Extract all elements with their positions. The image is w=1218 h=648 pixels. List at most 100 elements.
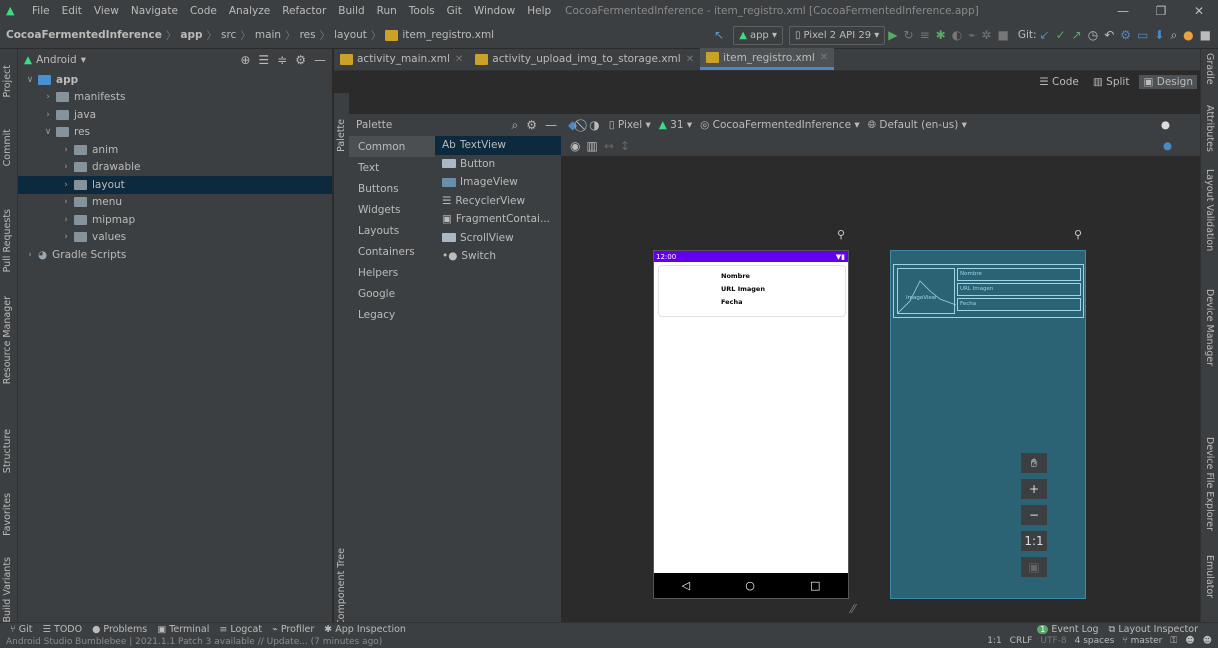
palette-category-helpers[interactable]: Helpers — [349, 262, 435, 283]
close-icon[interactable]: ✕ — [1180, 0, 1218, 22]
sdk-manager-icon[interactable]: ⬇ — [1154, 28, 1164, 42]
caret-position[interactable]: 1:1 — [987, 636, 1001, 646]
tree-item-res[interactable]: ∨ res — [18, 124, 332, 142]
palette-category-text[interactable]: Text — [349, 157, 435, 178]
tool-project[interactable]: Project — [2, 65, 13, 98]
tree-item-values[interactable]: › values — [18, 229, 332, 247]
hide-icon[interactable]: — — [314, 53, 326, 67]
bp-imageview[interactable]: ImageView — [897, 268, 957, 314]
palette-item-switch[interactable]: •● Switch — [435, 247, 561, 266]
menu-build[interactable]: Build — [332, 5, 370, 17]
search-icon[interactable]: ⌕ — [1170, 28, 1177, 42]
palette-category-layouts[interactable]: Layouts — [349, 220, 435, 241]
night-mode-icon[interactable]: ◑ — [589, 118, 599, 132]
zoom-in-button[interactable]: + — [1021, 479, 1047, 499]
tool-device-file-explorer[interactable]: Device File Explorer — [1204, 437, 1215, 531]
tool-terminal[interactable]: ▣ Terminal — [157, 624, 209, 635]
blueprint-preview[interactable]: ImageView Nombre URL Imagen Fecha — [890, 250, 1086, 599]
menu-run[interactable]: Run — [371, 5, 403, 17]
tree-item-app[interactable]: ∨ app — [18, 71, 332, 89]
chevron-down-icon[interactable]: ▾ — [81, 54, 86, 66]
chevron-right-icon[interactable]: › — [60, 145, 72, 155]
gear-icon[interactable]: ⚙ — [295, 53, 306, 67]
coverage-icon[interactable]: ◐ — [952, 28, 962, 42]
bp-url[interactable]: URL Imagen — [957, 283, 1081, 296]
breadcrumb-file[interactable]: item_registro.xml — [402, 29, 494, 41]
tree-item-gradle-scripts[interactable]: › ◕ Gradle Scripts — [18, 246, 332, 264]
theme-selector[interactable]: ◎ CocoaFermentedInference ▾ — [700, 119, 859, 131]
tool-structure[interactable]: Structure — [2, 429, 13, 473]
lock-icon[interactable]: ⚿ — [1170, 636, 1177, 646]
chevron-right-icon[interactable]: › — [42, 110, 54, 120]
history-icon[interactable]: ◷ — [1088, 28, 1098, 42]
maximize-icon[interactable]: ❐ — [1142, 0, 1180, 22]
chevron-right-icon[interactable]: › — [60, 180, 72, 190]
run-config-selector[interactable]: ▲ app ▾ — [733, 25, 783, 45]
tool-device-manager[interactable]: Device Manager — [1204, 289, 1215, 366]
bp-nombre[interactable]: Nombre — [957, 268, 1081, 281]
menu-navigate[interactable]: Navigate — [125, 5, 184, 17]
tree-item-menu[interactable]: › menu — [18, 194, 332, 212]
code-mode-button[interactable]: ☰ Code — [1035, 75, 1083, 89]
git-commit-icon[interactable]: ✓ — [1056, 28, 1066, 42]
chevron-right-icon[interactable]: › — [60, 162, 72, 172]
menu-view[interactable]: View — [88, 5, 125, 17]
collapse-all-icon[interactable]: ☰ — [258, 53, 269, 67]
palette-category-widgets[interactable]: Widgets — [349, 199, 435, 220]
tree-item-manifests[interactable]: › manifests — [18, 89, 332, 107]
indent-setting[interactable]: 4 spaces — [1075, 636, 1115, 646]
tool-build-variants[interactable]: Build Variants — [2, 557, 13, 623]
locate-icon[interactable]: ⊕ — [240, 53, 250, 67]
chevron-right-icon[interactable]: › — [60, 197, 72, 207]
gear-icon[interactable]: ⚙ — [526, 118, 537, 133]
palette-category-buttons[interactable]: Buttons — [349, 178, 435, 199]
breadcrumb-project[interactable]: CocoaFermentedInference — [6, 29, 162, 41]
run-icon[interactable]: ▶ — [888, 28, 897, 42]
search-icon[interactable]: ⌕ — [512, 118, 519, 133]
line-separator[interactable]: CRLF — [1010, 636, 1033, 646]
tree-item-java[interactable]: › java — [18, 106, 332, 124]
palette-item-imageview[interactable]: ImageView — [435, 173, 561, 192]
layout-inspector-button[interactable]: ⧉ Layout Inspector — [1109, 624, 1198, 635]
palette-item-scrollview[interactable]: ScrollView — [435, 229, 561, 248]
menu-code[interactable]: Code — [184, 5, 223, 17]
tree-item-layout[interactable]: › layout — [18, 176, 332, 194]
device-selector[interactable]: ▯ Pixel 2 API 29 ▾ — [788, 25, 886, 45]
tool-emulator[interactable]: Emulator — [1204, 555, 1215, 598]
component-tree-label[interactable]: Component Tree — [336, 548, 347, 626]
palette-item-textview[interactable]: Ab TextView — [435, 136, 561, 155]
tool-git[interactable]: ⑂ Git — [10, 624, 32, 635]
tool-problems[interactable]: ● Problems — [92, 624, 147, 635]
warning-icon[interactable]: ● — [1161, 119, 1170, 131]
zoom-reset-button[interactable]: 1:1 — [1021, 531, 1047, 551]
tab-item-registro[interactable]: item_registro.xml ✕ — [700, 48, 835, 70]
device-preview[interactable]: 12:00 ▼▮ Nombre URL Imagen Fecha ◁ ○ □ — [653, 250, 849, 599]
menu-edit[interactable]: Edit — [56, 5, 88, 17]
status-message[interactable]: Android Studio Bumblebee | 2021.1.1 Patc… — [6, 637, 382, 647]
device-selector[interactable]: ▯ Pixel ▾ — [609, 119, 651, 131]
git-branch[interactable]: ⑂ master — [1122, 636, 1162, 646]
chevron-right-icon[interactable]: › — [42, 92, 54, 102]
design-mode-button[interactable]: ▣ Design — [1139, 74, 1197, 89]
chevron-right-icon[interactable]: › — [60, 232, 72, 242]
rollback-icon[interactable]: ↶ — [1104, 28, 1114, 42]
palette-category-common[interactable]: Common — [349, 136, 435, 157]
breadcrumb-app[interactable]: app — [180, 29, 202, 41]
attach-debugger-icon[interactable]: ✲ — [981, 28, 991, 42]
menu-file[interactable]: File — [26, 5, 56, 17]
menu-git[interactable]: Git — [441, 5, 468, 17]
event-log-button[interactable]: 1 Event Log — [1037, 624, 1099, 635]
hide-icon[interactable]: — — [545, 118, 557, 133]
tab-activity-main[interactable]: activity_main.xml ✕ — [334, 48, 469, 70]
tool-commit[interactable]: Commit — [2, 129, 13, 166]
tool-layout-validation[interactable]: Layout Validation — [1204, 169, 1215, 251]
chevron-down-icon[interactable]: ∨ — [24, 75, 36, 85]
pin-icon[interactable]: ⚲ — [1074, 228, 1082, 241]
tool-todo[interactable]: ☰ TODO — [42, 624, 82, 635]
resize-handle-icon[interactable]: ⁄⁄ — [851, 602, 855, 616]
updates-icon[interactable]: ● — [1183, 28, 1193, 42]
palette-category-containers[interactable]: Containers — [349, 241, 435, 262]
palette-item-button[interactable]: Button — [435, 155, 561, 174]
menu-analyze[interactable]: Analyze — [223, 5, 276, 17]
chevron-right-icon[interactable]: › — [24, 250, 36, 260]
